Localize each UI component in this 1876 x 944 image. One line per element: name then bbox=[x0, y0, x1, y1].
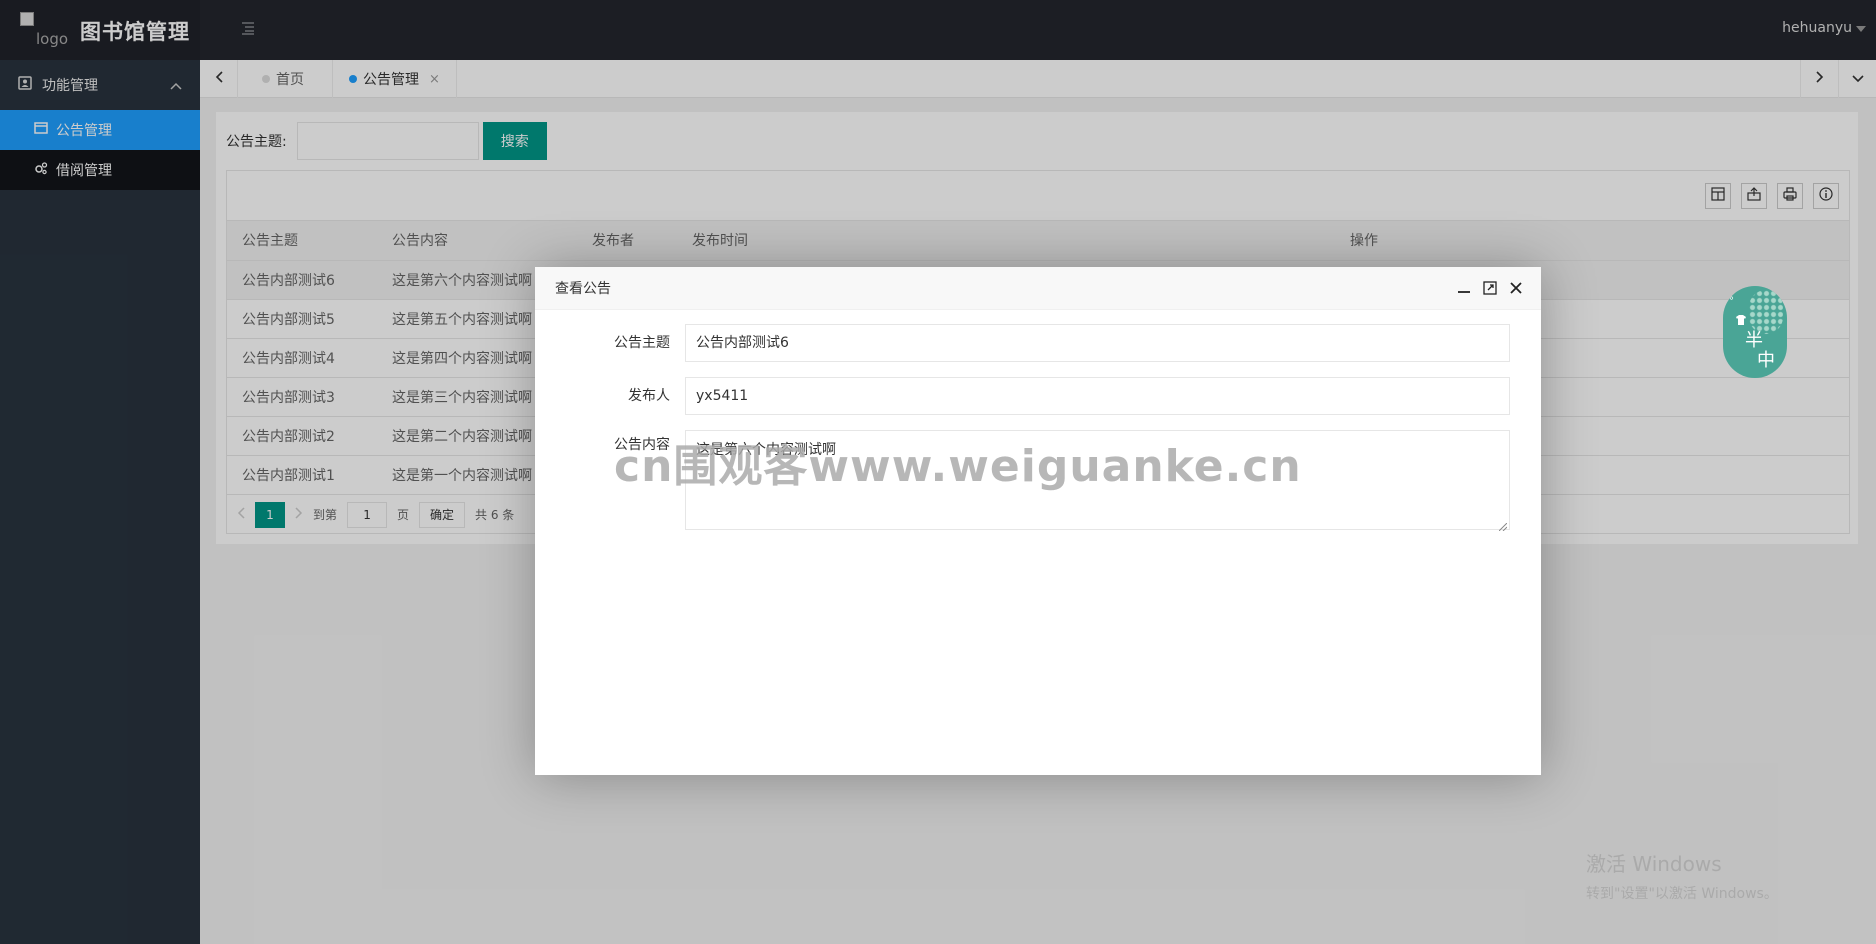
dialog-title: 查看公告 bbox=[555, 281, 611, 297]
resize-handle-icon[interactable] bbox=[1498, 519, 1508, 532]
sticker-text-2: 中 bbox=[1757, 350, 1775, 371]
form-row-publisher: 发布人 yx5411 bbox=[535, 377, 1510, 415]
close-icon[interactable] bbox=[1507, 279, 1525, 297]
activation-subtitle: 转到"设置"以激活 Windows。 bbox=[1586, 886, 1778, 902]
title-field[interactable]: 公告内部测试6 bbox=[685, 324, 1510, 362]
maximize-icon[interactable] bbox=[1481, 279, 1499, 297]
activation-title: 激活 Windows bbox=[1586, 852, 1722, 876]
sticker-degree: ° bbox=[1729, 296, 1734, 307]
minimize-icon[interactable] bbox=[1455, 279, 1473, 297]
publisher-label: 发布人 bbox=[628, 388, 670, 404]
view-notice-dialog: 查看公告 公告主题 公告内部测试6 发布人 yx5411 公告内容 这是第六个内… bbox=[535, 267, 1541, 775]
windows-activation-notice: 激活 Windows 转到"设置"以激活 Windows。 bbox=[1586, 848, 1778, 903]
watermark-text: cn围观客www.weiguanke.cn bbox=[614, 441, 1302, 492]
dialog-titlebar: 查看公告 bbox=[535, 267, 1541, 310]
publisher-field[interactable]: yx5411 bbox=[685, 377, 1510, 415]
form-row-title: 公告主题 公告内部测试6 bbox=[535, 324, 1510, 362]
title-label: 公告主题 bbox=[614, 335, 670, 351]
floating-sticker[interactable]: ° 半 中 bbox=[1723, 286, 1787, 378]
